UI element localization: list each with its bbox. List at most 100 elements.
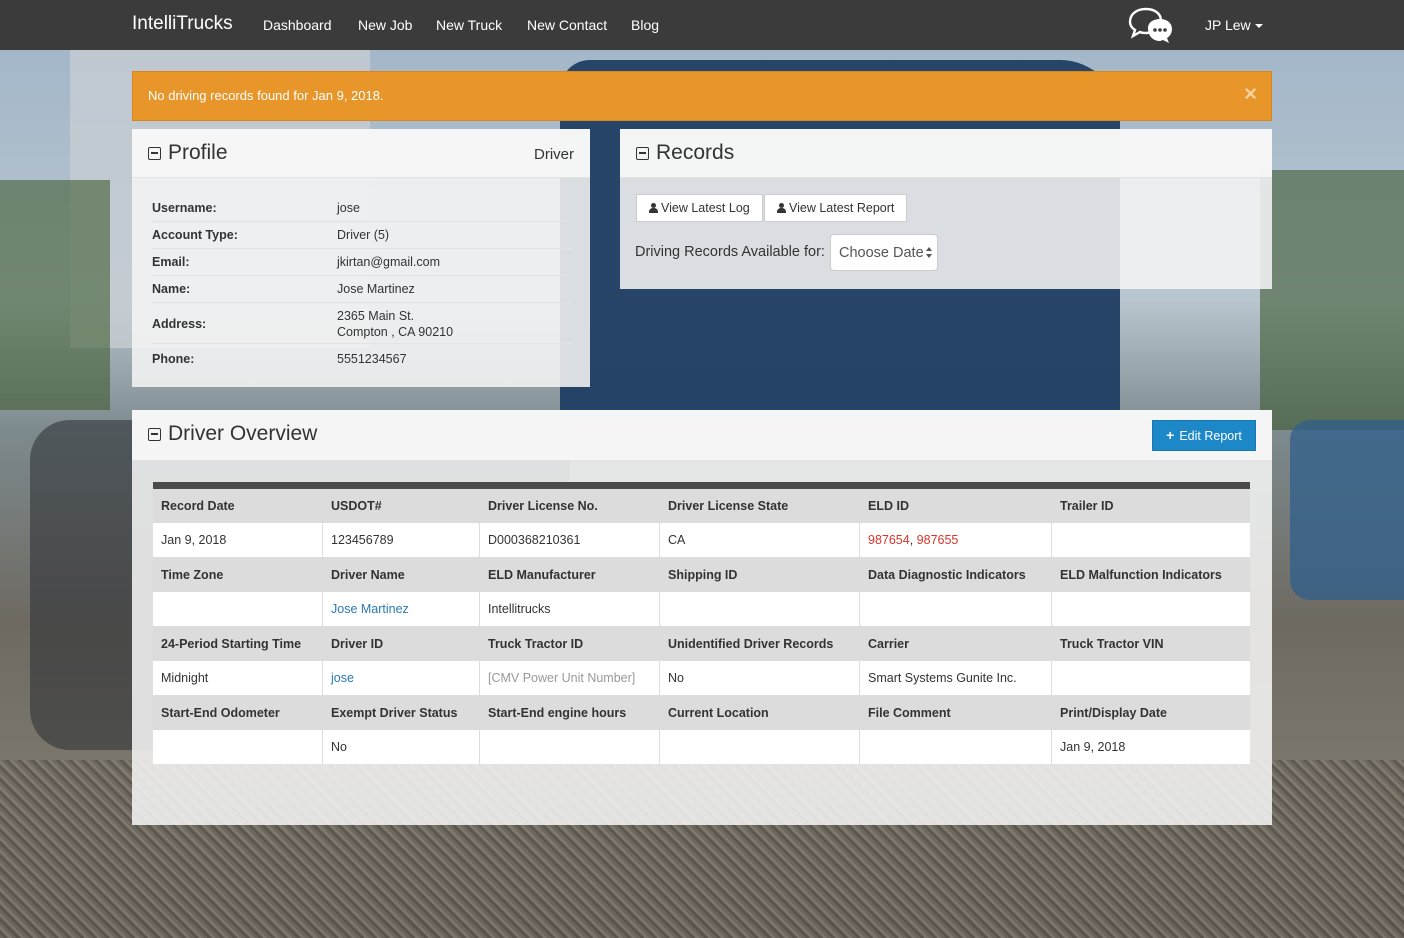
driver-name-link[interactable]: Jose Martinez xyxy=(331,602,409,616)
cell-truck-tractor-id: [CMV Power Unit Number] xyxy=(480,661,660,695)
profile-role: Driver xyxy=(534,146,574,163)
background-truck-right xyxy=(1290,420,1404,600)
profile-panel: Profile Driver Username: jose Account Ty… xyxy=(132,129,590,387)
cell-starting-time: Midnight xyxy=(153,661,323,695)
profile-label: Phone: xyxy=(152,352,195,366)
header-print-display-date: Print/Display Date xyxy=(1060,706,1167,720)
cell-start-end-engine-hours xyxy=(480,730,660,764)
profile-title-text: Profile xyxy=(168,141,228,164)
header-driver-license-state: Driver License State xyxy=(668,499,789,513)
table-row: Jose Martinez Intellitrucks xyxy=(153,592,1250,626)
profile-label: Email: xyxy=(152,255,190,269)
table-row: Jan 9, 2018 123456789 D000368210361 CA 9… xyxy=(153,523,1250,557)
alert-message: No driving records found for Jan 9, 2018… xyxy=(148,88,384,103)
divider xyxy=(152,302,572,303)
cell-eld-manufacturer: Intellitrucks xyxy=(480,592,660,626)
driver-overview-title[interactable]: Driver Overview xyxy=(148,422,317,446)
divider xyxy=(152,275,572,276)
driver-id-link[interactable]: jose xyxy=(331,671,354,685)
view-latest-report-button[interactable]: View Latest Report xyxy=(764,194,908,222)
overview-table: Record Date USDOT# Driver License No. Dr… xyxy=(153,482,1250,764)
records-title-text: Records xyxy=(656,141,735,164)
profile-value: 5551234567 xyxy=(337,352,407,366)
driver-overview-title-text: Driver Overview xyxy=(168,422,318,445)
cell-truck-tractor-vin xyxy=(1052,661,1250,695)
user-menu[interactable]: JP Lew xyxy=(1205,17,1263,33)
background-trees-left xyxy=(0,180,110,410)
header-carrier: Carrier xyxy=(868,637,909,651)
eld-id-link[interactable]: 987654 xyxy=(868,533,910,547)
header-file-comment: File Comment xyxy=(868,706,951,720)
driver-overview-header: Driver Overview + Edit Report xyxy=(132,410,1272,461)
nav-new-contact[interactable]: New Contact xyxy=(527,17,607,33)
profile-label: Address: xyxy=(152,317,207,331)
cell-data-diagnostic-indicators xyxy=(860,592,1052,626)
header-unidentified-driver-records: Unidentified Driver Records xyxy=(668,637,834,651)
profile-panel-header: Profile Driver xyxy=(132,129,590,178)
header-eld-manufacturer: ELD Manufacturer xyxy=(488,568,596,582)
collapse-icon[interactable] xyxy=(148,146,161,160)
table-header-row: Start-End Odometer Exempt Driver Status … xyxy=(153,695,1250,730)
plus-icon: + xyxy=(1166,427,1175,443)
cell-driver-name: Jose Martinez xyxy=(323,592,480,626)
user-name: JP Lew xyxy=(1205,17,1251,33)
records-title[interactable]: Records xyxy=(636,141,734,165)
header-start-end-odometer: Start-End Odometer xyxy=(161,706,280,720)
cell-trailer-id xyxy=(1052,523,1250,557)
header-driver-id: Driver ID xyxy=(331,637,384,651)
table-header-row: Time Zone Driver Name ELD Manufacturer S… xyxy=(153,557,1250,592)
cell-eld-malfunction-indicators xyxy=(1052,592,1250,626)
nav-new-truck[interactable]: New Truck xyxy=(436,17,502,33)
eld-id-link[interactable]: 987655 xyxy=(917,533,959,547)
date-select[interactable]: Choose Date xyxy=(830,234,938,271)
edit-report-label: Edit Report xyxy=(1179,429,1242,443)
eld-id-separator: , xyxy=(909,533,917,547)
cell-time-zone xyxy=(153,592,323,626)
divider xyxy=(152,343,572,344)
cell-driver-license-no: D000368210361 xyxy=(480,523,660,557)
collapse-icon[interactable] xyxy=(148,427,161,441)
view-latest-log-button[interactable]: View Latest Log xyxy=(636,194,763,222)
profile-value: Jose Martinez xyxy=(337,282,415,296)
cell-shipping-id xyxy=(660,592,860,626)
header-truck-tractor-vin: Truck Tractor VIN xyxy=(1060,637,1164,651)
collapse-icon[interactable] xyxy=(636,146,649,160)
view-latest-report-label: View Latest Report xyxy=(789,201,895,215)
date-select-value: Choose Date xyxy=(839,245,924,261)
navbar: IntelliTrucks Dashboard New Job New Truc… xyxy=(0,0,1404,50)
records-panel: Records View Latest Log View Latest Repo… xyxy=(620,129,1272,289)
brand-logo[interactable]: IntelliTrucks xyxy=(132,13,233,35)
header-driver-license-no: Driver License No. xyxy=(488,499,598,513)
select-arrows-icon xyxy=(926,247,932,259)
cell-file-comment xyxy=(860,730,1052,764)
driving-records-label: Driving Records Available for: xyxy=(635,244,825,260)
cell-driver-id: jose xyxy=(323,661,480,695)
header-record-date: Record Date xyxy=(161,499,235,513)
profile-value: jkirtan@gmail.com xyxy=(337,255,440,269)
cell-carrier: Smart Systems Gunite Inc. xyxy=(860,661,1052,695)
header-shipping-id: Shipping ID xyxy=(668,568,738,582)
header-starting-time: 24-Period Starting Time xyxy=(161,637,302,651)
close-icon[interactable]: × xyxy=(1244,83,1257,105)
cell-start-end-odometer xyxy=(153,730,323,764)
profile-value: jose xyxy=(337,201,360,215)
header-driver-name: Driver Name xyxy=(331,568,405,582)
header-data-diagnostic-indicators: Data Diagnostic Indicators xyxy=(868,568,1026,582)
cell-exempt-driver-status: No xyxy=(323,730,480,764)
background-trees-right xyxy=(1260,170,1404,430)
profile-label: Account Type: xyxy=(152,228,238,242)
profile-title[interactable]: Profile xyxy=(148,141,228,165)
nav-dashboard[interactable]: Dashboard xyxy=(263,17,332,33)
driver-overview-panel: Driver Overview + Edit Report Record Date… xyxy=(132,410,1272,825)
header-exempt-driver-status: Exempt Driver Status xyxy=(331,706,458,720)
nav-new-job[interactable]: New Job xyxy=(358,17,412,33)
view-latest-log-label: View Latest Log xyxy=(661,201,750,215)
edit-report-button[interactable]: + Edit Report xyxy=(1152,420,1256,451)
header-eld-malfunction-indicators: ELD Malfunction Indicators xyxy=(1060,568,1222,582)
user-icon xyxy=(649,203,658,213)
table-header-row: Record Date USDOT# Driver License No. Dr… xyxy=(153,489,1250,523)
chat-icon[interactable] xyxy=(1127,6,1175,46)
nav-blog[interactable]: Blog xyxy=(631,17,659,33)
profile-value-line1: 2365 Main St. xyxy=(337,309,415,323)
header-trailer-id: Trailer ID xyxy=(1060,499,1114,513)
